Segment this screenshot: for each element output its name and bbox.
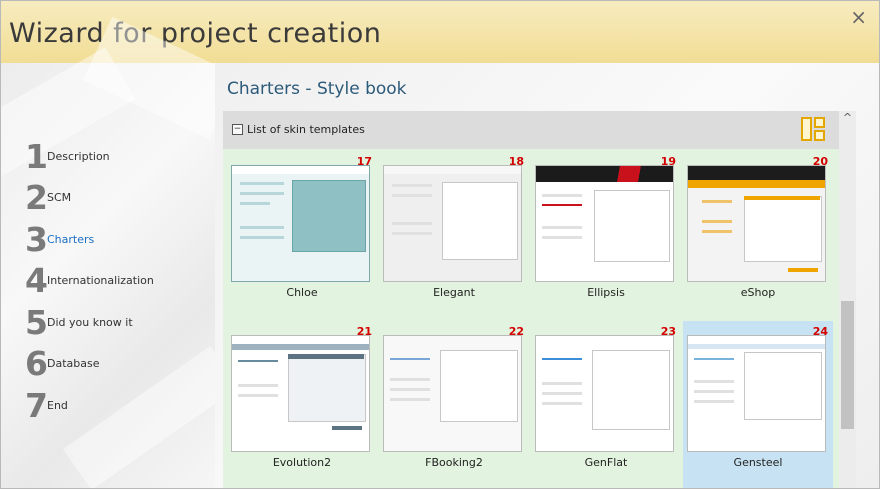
layout-toggle-icon[interactable]	[799, 115, 827, 143]
step-description[interactable]: 1 Description	[25, 135, 110, 173]
template-tile-evolution2[interactable]: 21 Evolution2	[227, 321, 377, 488]
template-name: GenFlat	[584, 456, 628, 469]
list-header: − List of skin templates	[223, 111, 839, 149]
template-preview	[687, 165, 826, 282]
template-preview	[687, 335, 826, 452]
template-name: eShop	[740, 286, 776, 299]
wizard-window: Wizard for project creation × 1 Descript…	[0, 0, 880, 489]
step-label: Description	[47, 150, 110, 163]
collapse-button[interactable]: −	[232, 124, 243, 135]
template-tile-ellipsis[interactable]: 19 Ellipsis	[531, 151, 681, 319]
template-preview	[535, 165, 674, 282]
template-name: Ellipsis	[587, 286, 625, 299]
template-tile-chloe[interactable]: 17 Chloe	[227, 151, 377, 319]
close-icon[interactable]: ×	[850, 5, 867, 29]
template-name: Evolution2	[272, 456, 332, 469]
template-preview	[231, 165, 370, 282]
template-name: FBooking2	[425, 456, 483, 469]
main-panel: Charters - Style book − List of skin tem…	[215, 63, 879, 488]
template-preview	[231, 335, 370, 452]
list-title: List of skin templates	[247, 123, 365, 136]
template-tile-eshop[interactable]: 20 eShop	[683, 151, 833, 319]
step-label: Internationalization	[47, 274, 154, 287]
page-heading: Charters - Style book	[227, 79, 407, 99]
template-tile-gensteel[interactable]: 24 Gensteel	[683, 321, 833, 488]
window-title: Wizard for project creation	[9, 18, 382, 49]
step-number: 2	[25, 178, 48, 217]
step-label: Did you know it	[47, 316, 133, 329]
template-preview	[535, 335, 674, 452]
step-label: Database	[47, 357, 100, 370]
template-tile-fbooking2[interactable]: 22 FBooking2	[379, 321, 529, 488]
step-number: 4	[25, 261, 48, 300]
step-number: 6	[25, 344, 48, 383]
step-label: Charters	[47, 233, 95, 246]
scrollbar-thumb[interactable]	[841, 301, 854, 429]
steps-panel: 1 Description 2 SCM 3 Charters 4 Interna…	[1, 16, 240, 488]
template-preview	[383, 165, 522, 282]
skin-template-list: − List of skin templates 17 Chloe 18 Ele…	[223, 111, 839, 488]
template-name: Gensteel	[733, 456, 783, 469]
template-preview	[383, 335, 522, 452]
scroll-up-icon[interactable]: ^	[839, 111, 856, 128]
step-end[interactable]: 7 End	[25, 384, 68, 422]
step-database[interactable]: 6 Database	[25, 342, 100, 380]
step-label: SCM	[47, 191, 72, 204]
step-internationalization[interactable]: 4 Internationalization	[25, 259, 154, 297]
template-name: Elegant	[433, 286, 475, 299]
step-number: 3	[25, 220, 48, 259]
step-scm[interactable]: 2 SCM	[25, 176, 71, 214]
step-number: 7	[25, 386, 48, 425]
template-tile-elegant[interactable]: 18 Elegant	[379, 151, 529, 319]
step-charters[interactable]: 3 Charters	[25, 218, 94, 256]
vertical-scrollbar[interactable]: ^	[839, 111, 856, 488]
step-label: End	[47, 399, 68, 412]
step-number: 5	[25, 303, 48, 342]
template-tile-genflat[interactable]: 23 GenFlat	[531, 321, 681, 488]
template-name: Chloe	[286, 286, 318, 299]
step-did-you-know-it[interactable]: 5 Did you know it	[25, 301, 133, 339]
step-number: 1	[25, 137, 48, 176]
